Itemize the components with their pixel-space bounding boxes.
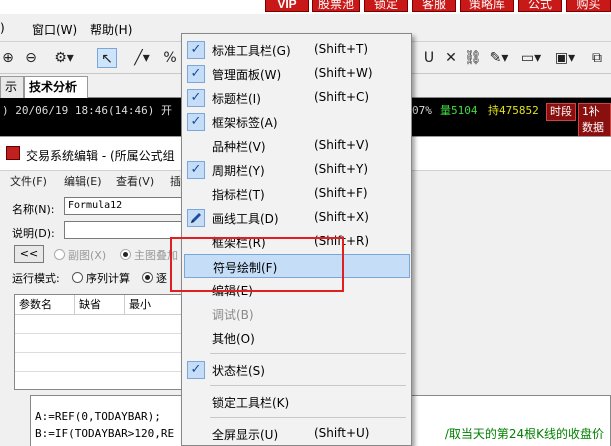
editor-menu-insert[interactable]: 插 [170, 173, 181, 189]
description-label: 说明(D): [12, 227, 55, 240]
menu-item-drawing-tools[interactable]: 画线工具(D) (Shift+X) [184, 206, 410, 230]
menu-item-other[interactable]: 其他(O) [184, 326, 410, 350]
stock-pool-button[interactable]: 股票池 [312, 0, 360, 12]
line-tool-icon[interactable]: ╱▾ [128, 48, 156, 68]
strategy-library-button[interactable]: 策略库 [460, 0, 514, 12]
supplement-data-button[interactable]: 1补数据 [578, 103, 611, 137]
name-label: 名称(N): [12, 203, 55, 216]
copy-icon[interactable]: ⧉ [586, 48, 608, 68]
menu-separator [210, 417, 406, 418]
menu-window[interactable]: 窗口(W) [32, 21, 77, 38]
pen-icon[interactable]: ✎▾ [486, 48, 512, 68]
menu-help[interactable]: 帮助(H) [90, 21, 132, 38]
segment-button[interactable]: 时段 [546, 103, 576, 121]
tab-technical-analysis[interactable]: 技术分析 [24, 76, 88, 98]
menu-separator [210, 385, 406, 386]
percent-icon[interactable]: % [163, 48, 177, 68]
status-volume: 量5104 [440, 104, 478, 117]
run-mode-label: 运行模式: [12, 272, 60, 285]
mark-icon[interactable]: ✕ [444, 48, 458, 68]
menu-item-period-bar[interactable]: ✓ 周期栏(Y) (Shift+Y) [184, 158, 410, 182]
buy-button[interactable]: 购买 [566, 0, 611, 12]
menu-item-standard-toolbar[interactable]: ✓ 标准工具栏(G) (Shift+T) [184, 38, 410, 62]
code-line-2: B:=IF(TODAYBAR>120,RE [35, 427, 175, 440]
status-percent: 07% [412, 104, 432, 117]
link-icon[interactable]: ⛓ [464, 48, 482, 68]
description-field[interactable] [64, 221, 184, 239]
sequential-radio[interactable] [72, 272, 83, 283]
window-icon[interactable]: ▭▾ [518, 48, 544, 68]
param-header-name: 参数名 [15, 295, 75, 315]
param-header-min: 最小 [125, 295, 185, 315]
subchart-label: 副图(X) [68, 249, 107, 262]
code-comment: /取当天的第24根K线的收盘价 [444, 427, 604, 441]
menu-item-status-bar[interactable]: ✓ 状态栏(S) [184, 358, 410, 382]
collapse-button[interactable]: << [14, 245, 44, 263]
sequential-label: 序列计算 [86, 272, 130, 285]
table-row[interactable] [15, 334, 185, 353]
subchart-radio[interactable] [54, 249, 65, 260]
menu-item-frame-tabs[interactable]: ✓ 框架标签(A) [184, 110, 410, 134]
checkmark-icon: ✓ [187, 65, 205, 83]
highlight-annotation-box [170, 237, 344, 292]
status-datetime: ) 20/06/19 18:46(14:46) 开 [2, 104, 172, 117]
menu-prev-fragment[interactable]: ) [0, 21, 5, 35]
menu-item-fullscreen[interactable]: 全屏显示(U) (Shift+U) [184, 422, 410, 446]
settings-gear-icon[interactable]: ⚙▾ [50, 48, 78, 68]
editor-title: 交易系统编辑 - (所属公式组 [26, 149, 175, 163]
checkmark-icon: ✓ [187, 41, 205, 59]
code-line-1: A:=REF(0,TODAYBAR); [35, 410, 161, 423]
menu-item-lock-toolbar[interactable]: 锁定工具栏(K) [184, 390, 410, 414]
pen-icon [187, 209, 205, 227]
formula-button[interactable]: 公式 [518, 0, 562, 12]
menu-separator [210, 353, 406, 354]
menu-item-symbol-bar[interactable]: 品种栏(V) (Shift+V) [184, 134, 410, 158]
zoom-out-icon[interactable]: ⊖ [22, 48, 40, 68]
save-icon[interactable]: ▣▾ [552, 48, 578, 68]
checkmark-icon: ✓ [187, 89, 205, 107]
vip-button[interactable]: VIP [265, 0, 309, 12]
menu-item-management-panel[interactable]: ✓ 管理面板(W) (Shift+W) [184, 62, 410, 86]
checkmark-icon: ✓ [187, 113, 205, 131]
cursor-pointer-icon[interactable]: ↖ [97, 48, 117, 68]
app-icon [6, 146, 20, 160]
param-header-default: 缺省 [75, 295, 125, 315]
editor-menu-edit[interactable]: 编辑(E) [64, 173, 102, 189]
parameter-table: 参数名 缺省 最小 [14, 294, 185, 391]
zoom-in-icon[interactable]: ⊕ [0, 48, 16, 68]
lock-button[interactable]: 锁定 [364, 0, 408, 12]
top-button-strip: VIP 股票池 锁定 客服 策略库 公式 购买 [0, 0, 611, 14]
table-row[interactable] [15, 353, 185, 372]
table-row[interactable] [15, 315, 185, 334]
checkmark-icon: ✓ [187, 361, 205, 379]
mainchart-radio[interactable] [120, 249, 131, 260]
status-hold: 持475852 [488, 104, 539, 117]
menu-item-title-bar[interactable]: ✓ 标题栏(I) (Shift+C) [184, 86, 410, 110]
customer-service-button[interactable]: 客服 [412, 0, 456, 12]
editor-menu-file[interactable]: 文件(F) [10, 173, 47, 189]
tab-quote-board[interactable]: 示牌 [0, 76, 24, 114]
formula-name-field[interactable]: Formula12 [64, 197, 184, 215]
stepwise-label: 逐 [156, 272, 167, 285]
underline-icon[interactable]: U [422, 48, 436, 68]
menu-item-debug: 调试(B) [212, 308, 254, 322]
stepwise-radio[interactable] [142, 272, 153, 283]
checkmark-icon: ✓ [187, 161, 205, 179]
table-row[interactable] [15, 372, 185, 391]
menu-item-indicator-bar[interactable]: 指标栏(T) (Shift+F) [184, 182, 410, 206]
editor-menu-view[interactable]: 查看(V) [116, 173, 154, 189]
